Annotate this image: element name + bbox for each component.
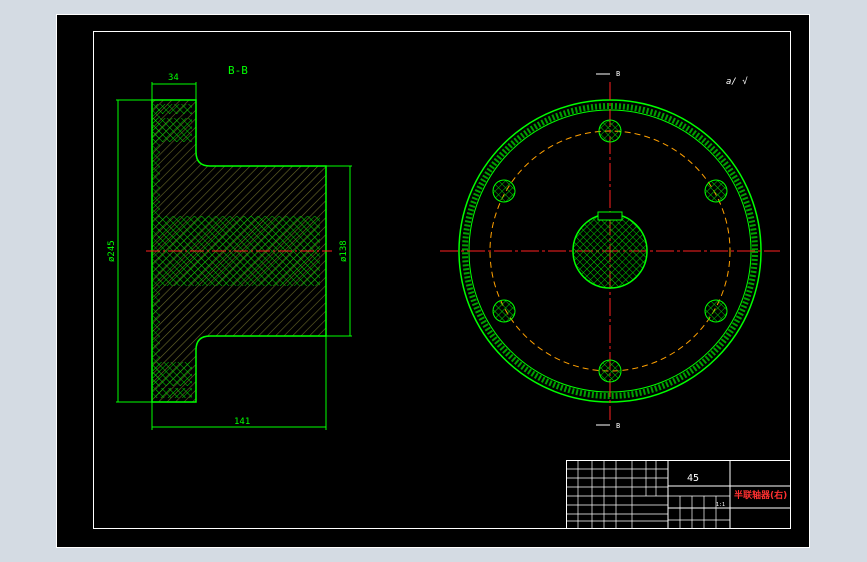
central-bore: [572, 213, 648, 289]
dim-245-label: ø245: [107, 240, 117, 262]
revision-grid: [566, 460, 730, 528]
section-title: B-B: [228, 64, 248, 77]
bolt-hole-6: [492, 179, 516, 203]
dim-141-label: 141: [234, 417, 250, 427]
flange-rim-top: [156, 104, 192, 114]
cad-drawing: B-B 34 141 ø245 ø138 B B a/ √ 45 半联轴器(右)…: [56, 14, 810, 548]
roughness-note: a/ √: [726, 76, 748, 87]
flange-rim-bottom: [156, 388, 192, 398]
title-block: 45 半联轴器(右) 1:1: [566, 460, 791, 529]
section-marker-bottom: B: [616, 422, 620, 430]
material-label: 45: [687, 473, 699, 484]
bolt-hole-top: [152, 118, 192, 142]
bolt-hole-3: [704, 299, 728, 323]
bolt-hole-4: [598, 359, 622, 383]
section-view: B-B 34 141 ø245 ø138: [107, 64, 352, 430]
dim-34-label: 34: [168, 73, 179, 83]
bolt-hole-5: [492, 299, 516, 323]
part-name: 半联轴器(右): [734, 489, 787, 501]
bolt-hole-2: [704, 179, 728, 203]
bolt-hole-1: [598, 119, 622, 143]
bolt-hole-bottom: [152, 362, 192, 386]
section-marker-top: B: [616, 70, 620, 78]
keyway: [597, 211, 623, 221]
front-view: B B a/ √: [440, 70, 780, 430]
dim-138-label: ø138: [339, 240, 349, 262]
scale-label: 1:1: [716, 502, 725, 508]
